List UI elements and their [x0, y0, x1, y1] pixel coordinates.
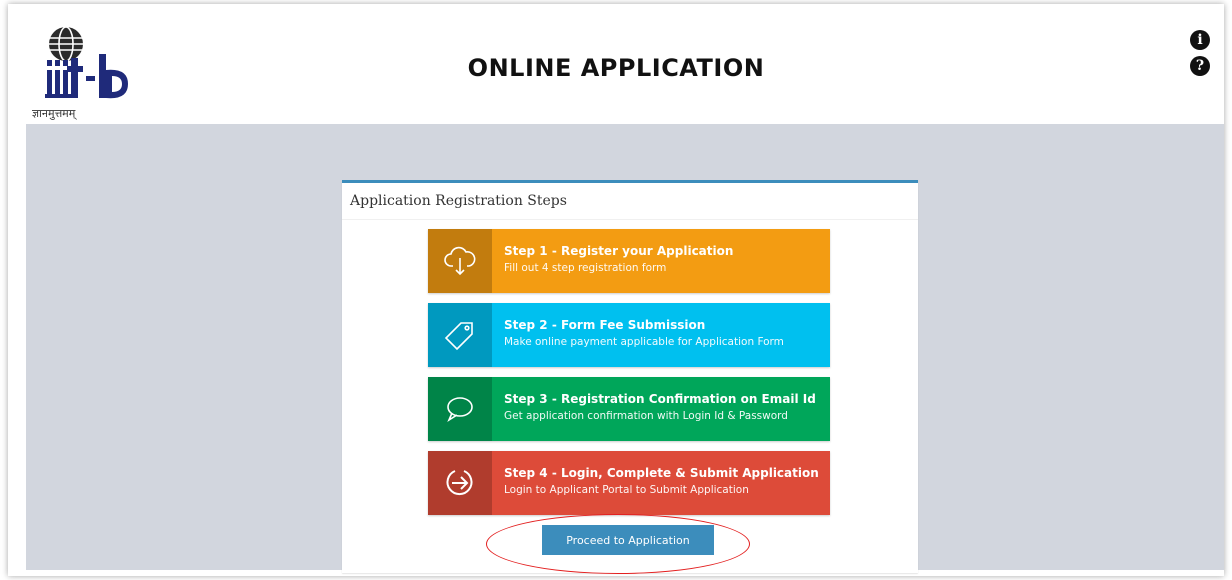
step-4-card[interactable]: Step 4 - Login, Complete & Submit Applic…: [428, 451, 830, 515]
logo-tagline: ज्ञानमुत्तमम्: [32, 107, 76, 120]
step-title: Step 1 - Register your Application: [504, 244, 734, 258]
page-title: ONLINE APPLICATION: [467, 54, 765, 82]
speech-bubble-icon: [447, 397, 473, 423]
sign-in-icon: [446, 470, 473, 496]
step-description: Login to Applicant Portal to Submit Appl…: [504, 484, 749, 496]
tag-icon: [444, 322, 473, 351]
step-icon-box: [428, 229, 492, 293]
step-description: Get application confirmation with Login …: [504, 410, 788, 422]
app-window: ज्ञानमुत्तमम् ONLINE APPLICATION i ? App…: [8, 4, 1224, 576]
step-2-card[interactable]: Step 2 - Form Fee Submission Make online…: [428, 303, 830, 367]
step-icon-box: [428, 377, 492, 441]
step-3-card[interactable]: Step 3 - Registration Confirmation on Em…: [428, 377, 830, 441]
step-1-card[interactable]: Step 1 - Register your Application Fill …: [428, 229, 830, 293]
step-title: Step 4 - Login, Complete & Submit Applic…: [504, 466, 819, 480]
cloud-download-icon: [444, 246, 476, 276]
step-icon-box: [428, 451, 492, 515]
highlight-annotation: [486, 514, 750, 574]
content-area: Application Registration Steps Step 1 - …: [26, 124, 1224, 573]
step-title: Step 2 - Form Fee Submission: [504, 318, 706, 332]
step-title: Step 3 - Registration Confirmation on Em…: [504, 392, 816, 406]
question-circle-icon[interactable]: ?: [1190, 56, 1210, 76]
step-description: Make online payment applicable for Appli…: [504, 336, 784, 348]
panel-title: Application Registration Steps: [342, 183, 918, 220]
info-circle-icon[interactable]: i: [1190, 30, 1210, 50]
page-header: ज्ञानमुत्तमम् ONLINE APPLICATION i ?: [8, 4, 1224, 124]
step-icon-box: [428, 303, 492, 367]
step-description: Fill out 4 step registration form: [504, 262, 667, 274]
